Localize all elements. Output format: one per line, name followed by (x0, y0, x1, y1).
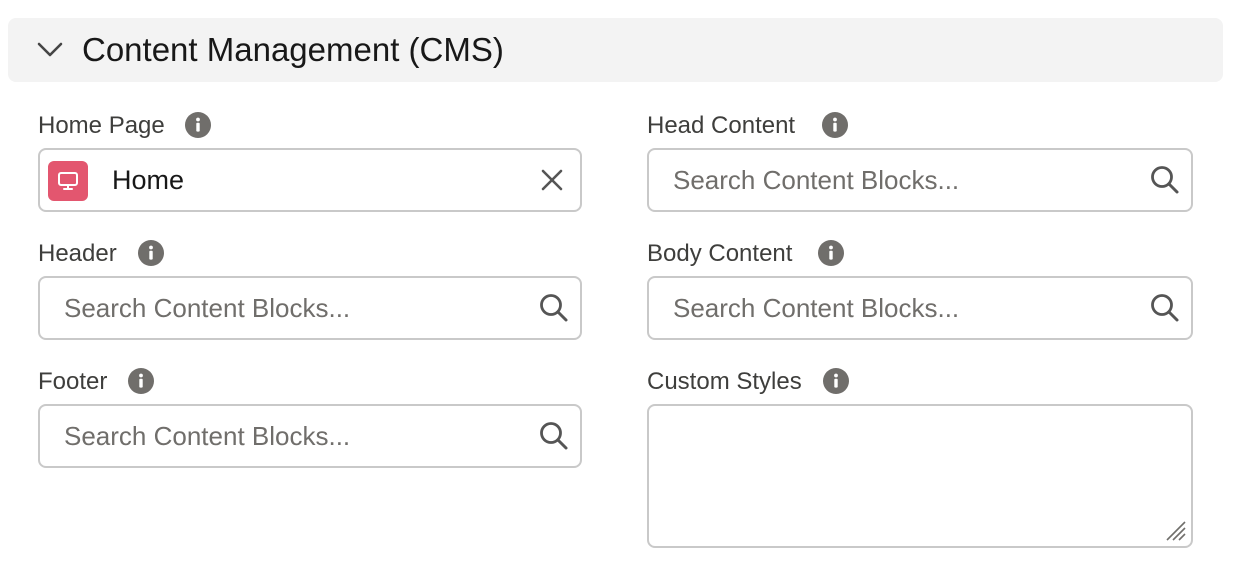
search-icon[interactable] (1149, 164, 1181, 196)
chevron-down-icon[interactable] (36, 38, 64, 62)
body-content-search-input[interactable]: Search Content Blocks... (647, 276, 1193, 340)
close-icon[interactable] (540, 168, 564, 192)
body-content-label: Body Content (647, 240, 793, 267)
home-page-selected-value: Home (112, 165, 185, 195)
info-icon[interactable] (823, 368, 849, 394)
info-icon[interactable] (128, 368, 154, 394)
footer-placeholder: Search Content Blocks... (64, 421, 351, 451)
custom-styles-textarea[interactable] (647, 404, 1193, 548)
header-search-input[interactable]: Search Content Blocks... (38, 276, 582, 340)
desktop-icon (48, 161, 88, 201)
head-content-search-input[interactable]: Search Content Blocks... (647, 148, 1193, 212)
info-icon[interactable] (822, 112, 848, 138)
info-icon[interactable] (818, 240, 844, 266)
section-header-cms[interactable]: Content Management (CMS) (8, 18, 1223, 82)
info-icon[interactable] (138, 240, 164, 266)
body-content-placeholder: Search Content Blocks... (673, 293, 960, 323)
header-placeholder: Search Content Blocks... (64, 293, 351, 323)
home-page-label: Home Page (38, 112, 165, 139)
footer-search-input[interactable]: Search Content Blocks... (38, 404, 582, 468)
search-icon[interactable] (1149, 292, 1181, 324)
head-content-label: Head Content (647, 112, 796, 139)
section-title: Content Management (CMS) (82, 31, 504, 68)
header-label: Header (38, 240, 117, 267)
head-content-placeholder: Search Content Blocks... (673, 165, 960, 195)
search-icon[interactable] (538, 292, 570, 324)
search-icon[interactable] (538, 420, 570, 452)
resize-handle-icon[interactable] (1163, 518, 1187, 542)
custom-styles-label: Custom Styles (647, 368, 802, 395)
info-icon[interactable] (185, 112, 211, 138)
home-page-lookup[interactable]: Home (38, 148, 582, 212)
footer-label: Footer (38, 368, 108, 395)
